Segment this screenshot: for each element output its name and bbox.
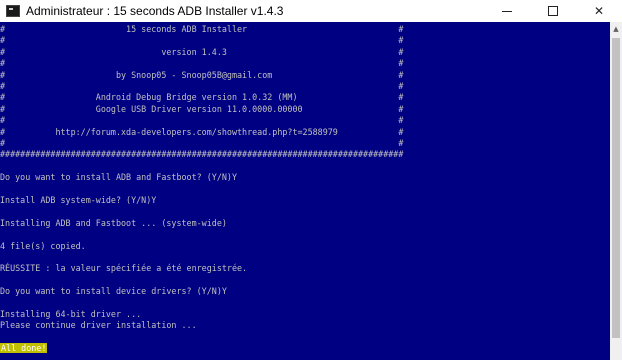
window-controls: ✕ [484, 0, 622, 22]
console-line: # http://forum.xda-developers.com/showth… [0, 126, 404, 137]
scroll-up-arrow-icon[interactable]: ▲ [610, 22, 622, 36]
console-line: # # [0, 35, 404, 46]
console-line: # by Snoop05 - Snoop05B@gmail.com # [0, 69, 404, 80]
console-line: # Android Debug Bridge version 1.0.32 (M… [0, 92, 404, 103]
console-line: # # [0, 58, 404, 69]
maximize-icon [548, 6, 558, 16]
console-line: Do you want to install device drivers? (… [0, 286, 227, 297]
console-line: # # [0, 81, 404, 91]
console-line: # # [0, 115, 404, 126]
console-line: Install ADB system-wide? (Y/N)Y [0, 195, 157, 205]
vertical-scrollbar[interactable]: ▲ [610, 22, 622, 360]
close-icon: ✕ [593, 4, 605, 18]
close-button[interactable]: ✕ [576, 0, 622, 22]
minimize-icon [502, 10, 512, 12]
console-line: Installing 64-bit driver ... [0, 309, 142, 319]
console-app-icon [6, 5, 20, 17]
console-line: Please continue driver installation ... [0, 320, 197, 331]
console-line: Do you want to install ADB and Fastboot?… [0, 172, 237, 183]
scrollbar-thumb[interactable] [612, 38, 620, 338]
minimize-button[interactable] [484, 0, 530, 22]
console-line: # Google USB Driver version 11.0.0000.00… [0, 103, 404, 114]
console-line: Installing ADB and Fastboot ... (system-… [0, 217, 227, 228]
window-title: Administrateur : 15 seconds ADB Installe… [26, 4, 284, 18]
console-line: # 15 seconds ADB Installer # [0, 24, 404, 34]
console-output[interactable]: # 15 seconds ADB Installer # # # # version [0, 22, 610, 360]
console-line: RÉUSSITE : la valeur spécifiée a été enr… [0, 263, 248, 274]
console-line: 4 file(s) copied. [0, 240, 86, 251]
all-done-message: All done! [0, 343, 48, 354]
console-line-final: All done! [0, 343, 48, 354]
console-line: # # [0, 138, 404, 148]
title-bar[interactable]: Administrateur : 15 seconds ADB Installe… [0, 0, 622, 22]
console-line: # version 1.4.3 # [0, 46, 404, 57]
console-line: ########################################… [0, 149, 404, 160]
console-window: Administrateur : 15 seconds ADB Installe… [0, 0, 622, 360]
maximize-button[interactable] [530, 0, 576, 22]
